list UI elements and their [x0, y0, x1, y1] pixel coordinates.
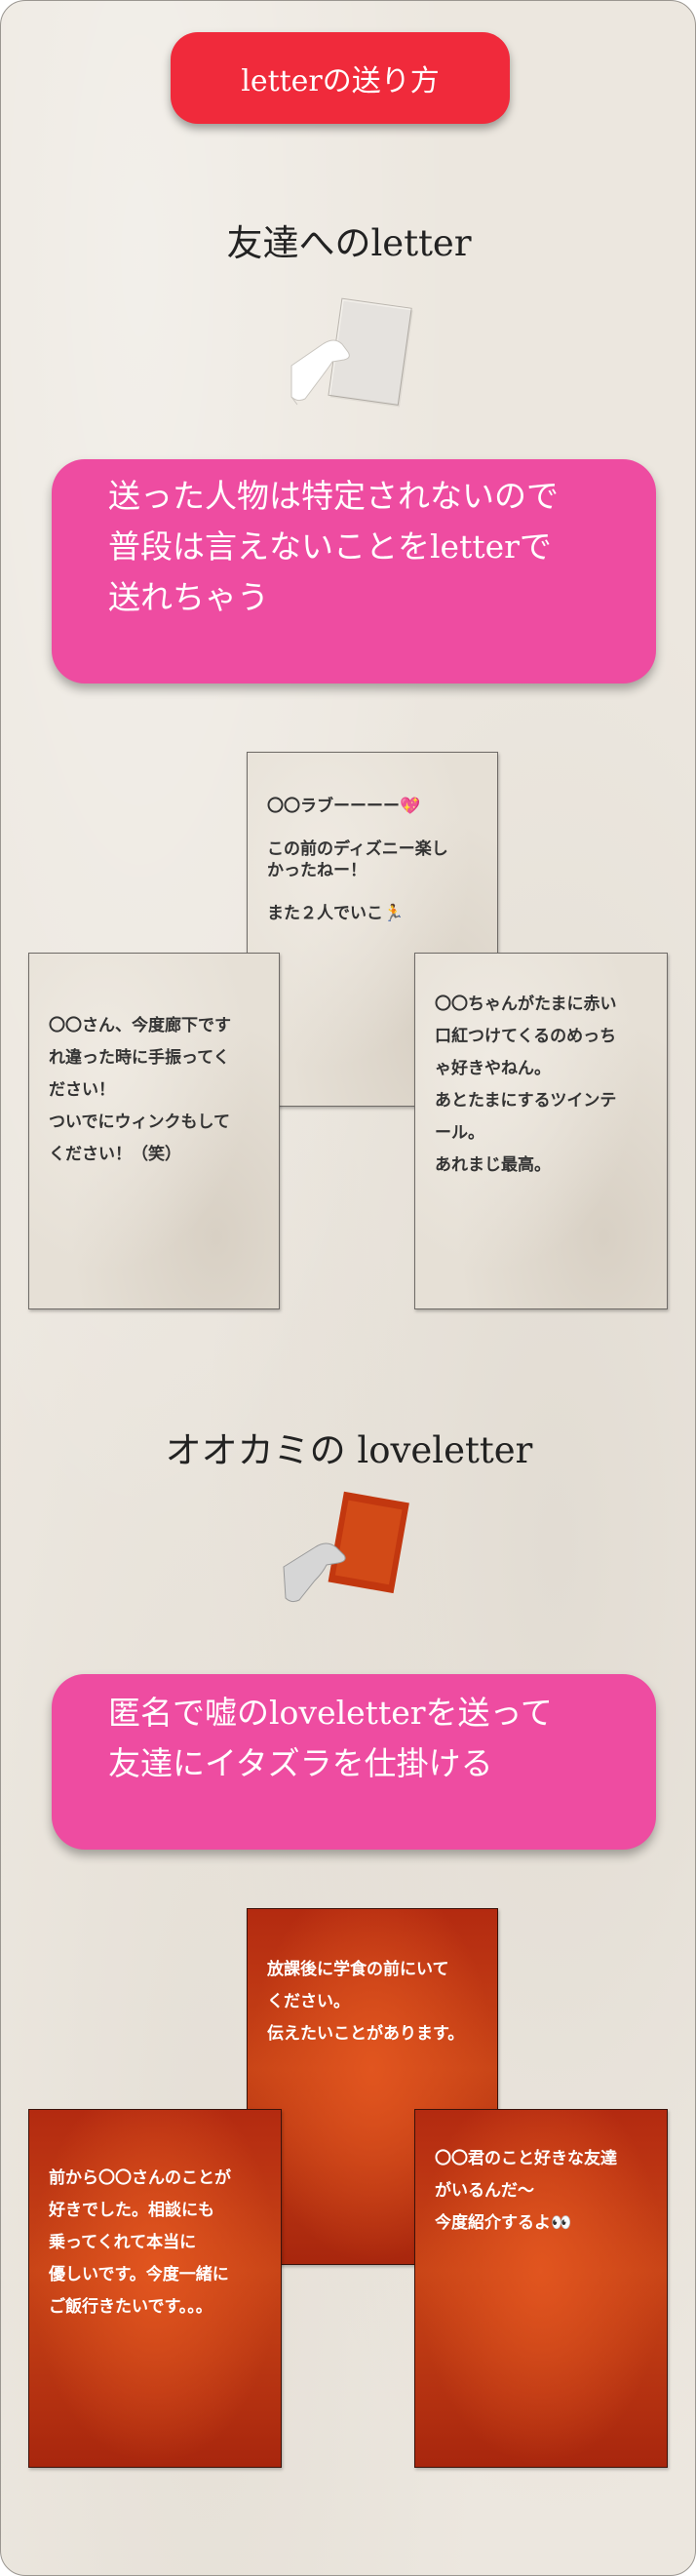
friends-description-banner: 送った人物は特定されないので 普段は言えないことをletterで 送れちゃう	[52, 459, 656, 683]
letter-line: 〇〇ラブーーーー💖	[267, 797, 421, 816]
banner-line: 送れちゃう	[108, 578, 269, 616]
friends-letter-heading: 友達へのletter	[226, 222, 472, 264]
loveletter-card[interactable]: 〇〇君のこと好きな友達 がいるんだ〜 今度紹介するよ👀	[414, 2109, 668, 2468]
friend-letter-card[interactable]: 〇〇ちゃんがたまに赤い 口紅つけてくるのめっち ゃ好きやねん。 あとたまにするツ…	[414, 953, 668, 1309]
letter-line: ださい！	[49, 1080, 115, 1100]
banner-line: 送った人物は特定されないので	[108, 477, 559, 515]
letter-howto-label: letterの送り方	[241, 64, 440, 98]
loveletter-card[interactable]: 前から〇〇さんのことが 好きでした。相談にも 乗ってくれて本当に 優しいです。今…	[28, 2109, 282, 2468]
letter-line: 〇〇さん、今度廊下です	[49, 1016, 231, 1035]
letter-line: かったねー！	[267, 861, 367, 880]
letter-line: 放課後に学食の前にいて	[267, 1960, 449, 1979]
banner-line: 友達にイタズラを仕掛ける	[108, 1744, 493, 1782]
letter-line: 乗ってくれて本当に	[49, 2233, 197, 2252]
letter-line: また２人でいこ🏃	[267, 904, 405, 923]
letter-line: 今度紹介するよ👀	[435, 2213, 572, 2233]
wolf-loveletter-heading: オオカミの loveletter	[165, 1429, 533, 1471]
letter-line: がいるんだ〜	[435, 2181, 534, 2201]
letter-line: 口紅つけてくるのめっち	[435, 1027, 617, 1046]
letter-line: 好きでした。相談にも	[49, 2201, 214, 2220]
hand-with-letter-icon	[290, 297, 413, 408]
letter-line: この前のディズニー楽し	[267, 839, 448, 859]
letter-line: れ違った時に手振ってく	[49, 1048, 230, 1068]
letter-line: ついでにウィンクもして	[49, 1112, 230, 1132]
letter-line	[267, 881, 478, 903]
letter-line: あとたまにするツインテ	[435, 1091, 617, 1111]
letter-line: 優しいです。今度一緒に	[49, 2265, 229, 2284]
letter-line: ール。	[435, 1123, 484, 1143]
letter-line: あれまじ最高。	[435, 1155, 551, 1175]
letter-line: ご飯行きたいです。。。	[49, 2297, 213, 2317]
letter-line: ください！（笑）	[49, 1145, 181, 1164]
letter-howto-button[interactable]: letterの送り方	[171, 32, 510, 124]
friend-letter-card[interactable]: 〇〇さん、今度廊下です れ違った時に手振ってく ださい！ ついでにウィンクもして…	[28, 953, 280, 1309]
letter-line	[267, 817, 478, 839]
letter-line: ください。	[267, 1992, 350, 2011]
wolf-description-banner: 匿名で嘘のloveletterを送って 友達にイタズラを仕掛ける	[52, 1674, 656, 1850]
page-frame: letterの送り方 友達へのletter 送った人物は特定されないので 普段は…	[0, 0, 696, 2576]
banner-line: 普段は言えないことをletterで	[108, 527, 552, 566]
letter-line: 前から〇〇さんのことが	[49, 2168, 231, 2188]
banner-line: 匿名で嘘のloveletterを送って	[108, 1694, 553, 1732]
letter-line: 〇〇君のこと好きな友達	[435, 2149, 617, 2168]
letter-line: 〇〇ちゃんがたまに赤い	[435, 995, 617, 1014]
letter-line: 伝えたいことがあります。	[267, 2024, 465, 2044]
letter-line: ゃ好きやねん。	[435, 1059, 551, 1078]
hand-with-red-letter-icon	[283, 1491, 409, 1603]
